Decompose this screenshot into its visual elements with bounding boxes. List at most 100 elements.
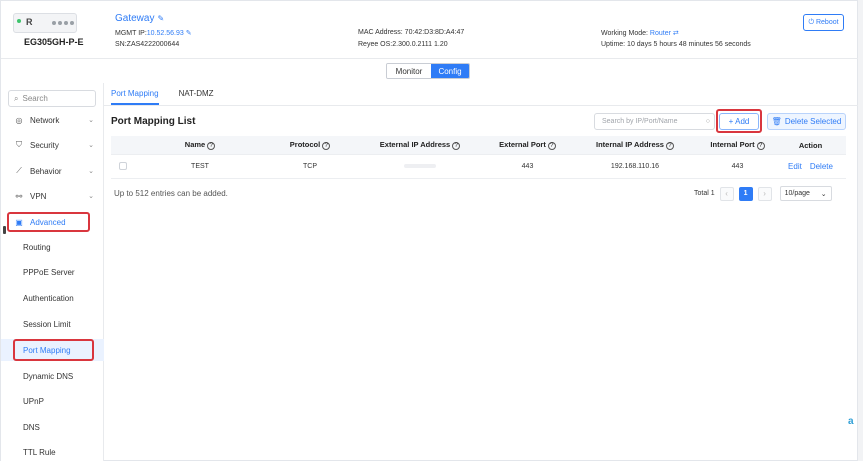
mode-switch: Monitor Config	[386, 63, 470, 79]
table-header: Name? Protocol? External IP Address? Ext…	[111, 136, 846, 155]
column-header-internal-port: Internal Port?	[700, 140, 775, 150]
sidebar-search-input[interactable]: ⌕ Search	[8, 90, 96, 107]
delete-link[interactable]: Delete	[810, 162, 833, 171]
status-led-icon	[17, 19, 21, 23]
column-header-label: Name	[184, 140, 206, 149]
search-icon: ⌕	[14, 93, 19, 103]
page-number-current[interactable]: 1	[738, 186, 753, 201]
collapse-handle[interactable]	[3, 226, 6, 234]
sidebar-subitem-upnp[interactable]: UPnP	[1, 390, 104, 412]
sidebar-subitem-authentication[interactable]: Authentication	[1, 287, 104, 309]
row-checkbox-cell	[111, 161, 135, 172]
working-mode-link[interactable]: Router	[650, 30, 671, 37]
sidebar-subitem-dynamic-dns[interactable]: Dynamic DNS	[1, 365, 104, 387]
port-mapping-table: Name? Protocol? External IP Address? Ext…	[111, 136, 846, 179]
tab-nat-dmz[interactable]: NAT-DMZ	[179, 89, 214, 105]
monitor-mode-button[interactable]: Monitor	[387, 64, 431, 78]
page-size-value: 10/page	[784, 190, 810, 197]
sidebar-item-label: Behavior	[30, 166, 62, 176]
config-mode-button[interactable]: Config	[431, 64, 469, 78]
cell-internal-ip: 192.168.110.16	[610, 163, 660, 170]
sidebar-item-network[interactable]: ◎ Network ⌄	[1, 109, 104, 131]
sidebar-subitem-routing[interactable]: Routing	[1, 236, 104, 258]
help-icon[interactable]: ?	[756, 142, 765, 150]
mgmt-ip: MGMT IP:10.52.56.93 ✎	[115, 29, 192, 37]
app-window: R EG305GH-P-E Gateway ✎ MGMT IP:10.52.56.…	[0, 0, 859, 461]
sidebar-item-vpn[interactable]: ⚯ VPN ⌄	[1, 185, 104, 207]
cell-internal-port: 443	[731, 163, 744, 170]
delete-selected-button[interactable]: 🗑 Delete Selected	[767, 113, 846, 130]
chevron-down-icon: ⌄	[88, 142, 94, 149]
device-model: EG305GH-P-E	[24, 37, 84, 47]
mgmt-ip-link[interactable]: 10.52.56.93	[147, 30, 184, 37]
sidebar-item-security[interactable]: ⛉ Security ⌄	[1, 134, 104, 156]
sidebar-item-label: VPN	[30, 191, 47, 201]
row-checkbox[interactable]	[119, 161, 127, 170]
prev-page-icon[interactable]: ‹	[719, 186, 734, 201]
help-icon[interactable]: ?	[322, 142, 331, 150]
tab-port-mapping[interactable]: Port Mapping	[111, 89, 159, 105]
port-led-icon	[70, 21, 74, 25]
delete-selected-label: Delete Selected	[784, 117, 842, 126]
search-placeholder: Search by IP/Port/Name	[602, 118, 678, 125]
help-icon[interactable]: ?	[665, 142, 674, 150]
sidebar-item-advanced[interactable]: ▣ Advanced	[1, 211, 104, 233]
power-icon: ⏻	[808, 18, 814, 26]
sidebar-subitem-session-limit[interactable]: Session Limit	[1, 313, 104, 335]
column-header-name: Name?	[135, 140, 265, 150]
sidebar-subitem-pppoe-server[interactable]: PPPoE Server	[1, 261, 104, 283]
column-header-protocol: Protocol?	[265, 140, 355, 150]
sidebar: ⌕ Search ◎ Network ⌄ ⛉ Security ⌄ ⟋ Beha…	[1, 83, 104, 461]
switch-icon[interactable]: ⇄	[671, 30, 679, 37]
search-icon: ○	[705, 118, 710, 125]
help-icon[interactable]: ?	[207, 142, 216, 150]
chevron-down-icon: ⌄	[88, 117, 94, 124]
next-page-icon[interactable]: ›	[757, 186, 772, 201]
sidebar-subitem-ttl-rule[interactable]: TTL Rule	[1, 441, 104, 461]
port-led-icon	[52, 21, 56, 25]
mac-address: MAC Address: 70:42:D3:8D:A4:47	[358, 29, 465, 36]
add-button[interactable]: + Add	[719, 113, 759, 130]
column-header-label: Internal IP Address	[596, 140, 664, 149]
cell-action: Edit Delete	[775, 162, 846, 171]
trash-icon: 🗑	[771, 117, 782, 126]
help-icon[interactable]: ?	[452, 142, 461, 150]
edit-icon[interactable]: ✎	[184, 30, 192, 37]
page-title: Port Mapping List	[111, 116, 196, 127]
gateway-title-text: Gateway	[115, 13, 155, 24]
uptime: Uptime: 10 days 5 hours 48 minutes 56 se…	[601, 41, 751, 48]
column-header-label: External Port	[499, 140, 546, 149]
sidebar-item-label: Advanced	[30, 217, 66, 227]
help-icon[interactable]: ?	[547, 142, 556, 150]
sidebar-subitem-port-mapping[interactable]: Port Mapping	[1, 339, 104, 361]
chart-icon: ⟋	[16, 166, 22, 175]
column-header-action: Action	[798, 140, 823, 150]
port-led-icon	[58, 21, 62, 25]
column-header-external-ip: External IP Address?	[355, 140, 485, 150]
assistant-icon[interactable]: a	[848, 416, 854, 427]
working-mode-label: Working Mode:	[601, 30, 648, 37]
working-mode: Working Mode: Router ⇄	[601, 29, 679, 37]
table-row: TEST TCP 443 192.168.110.16 443 Edit Dele…	[111, 155, 846, 179]
device-image: R	[13, 13, 77, 33]
chevron-down-icon: ⌄	[88, 168, 94, 175]
column-header-internal-ip: Internal IP Address?	[570, 140, 700, 150]
sidebar-item-behavior[interactable]: ⟋ Behavior ⌄	[1, 160, 104, 182]
sidebar-item-label: Security	[30, 140, 59, 150]
reboot-label: Reboot	[815, 19, 839, 26]
serial-number: SN:ZAS4222000644	[115, 41, 180, 48]
search-input[interactable]: Search by IP/Port/Name ○	[594, 113, 715, 130]
scrollbar[interactable]	[858, 0, 863, 461]
gateway-title[interactable]: Gateway ✎	[115, 13, 164, 24]
reboot-button[interactable]: ⏻ Reboot	[803, 14, 844, 31]
cell-external-port: 443	[521, 163, 534, 170]
column-header-label: Protocol	[289, 140, 321, 149]
chevron-down-icon: ⌄	[88, 193, 94, 200]
sidebar-subitem-dns[interactable]: DNS	[1, 416, 104, 438]
page-size-select[interactable]: 10/page ⌄	[779, 186, 832, 201]
edit-link[interactable]: Edit	[788, 162, 802, 171]
port-led-icon	[64, 21, 68, 25]
edit-icon[interactable]: ✎	[157, 14, 164, 23]
column-header-label: Internal Port	[710, 140, 755, 149]
total-count: Total 1	[694, 190, 715, 197]
